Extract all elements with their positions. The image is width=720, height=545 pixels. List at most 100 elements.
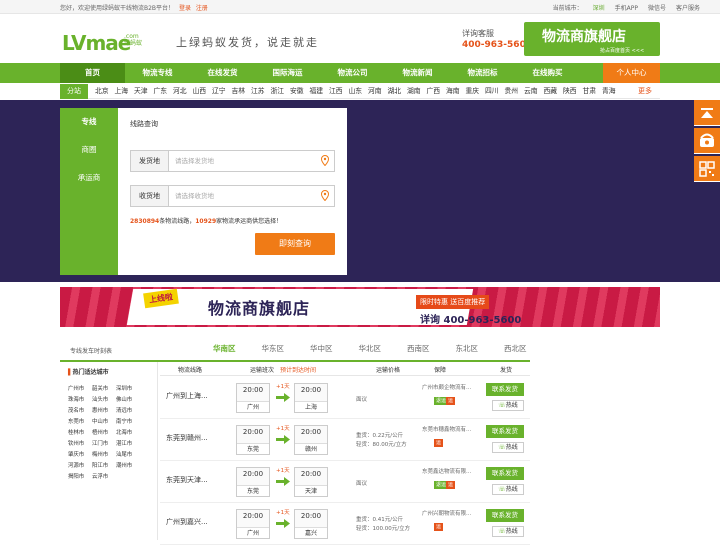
company-name[interactable]: 东莞市穗鑫物流有... xyxy=(422,425,474,433)
nav-item-companies[interactable]: 物流公司 xyxy=(320,63,385,83)
province-link[interactable]: 西藏 xyxy=(541,84,561,99)
company-name[interactable]: 东莞鑫达物流有限... xyxy=(422,467,474,475)
province-link[interactable]: 广东 xyxy=(151,84,171,99)
tab-lines[interactable]: 专线 xyxy=(60,108,118,135)
province-link[interactable]: 天津 xyxy=(131,84,151,99)
province-link[interactable]: 上海 xyxy=(112,84,132,99)
province-link[interactable]: 北京 xyxy=(92,84,112,99)
region-tab-central[interactable]: 华中区 xyxy=(297,342,346,356)
city-link[interactable]: 湛江市 xyxy=(116,439,140,447)
city-link[interactable]: 桂林市 xyxy=(68,428,92,436)
province-link[interactable]: 海南 xyxy=(443,84,463,99)
province-link[interactable]: 湖北 xyxy=(385,84,405,99)
qrcode-button[interactable] xyxy=(694,156,720,182)
back-to-top-button[interactable] xyxy=(694,100,720,126)
site-logo[interactable]: LVmae xyxy=(62,31,131,55)
city-link[interactable]: 梧州市 xyxy=(92,428,116,436)
city-link[interactable]: 韶关市 xyxy=(92,384,116,392)
nav-item-home[interactable]: 首页 xyxy=(60,63,125,83)
region-tab-north[interactable]: 华北区 xyxy=(346,342,395,356)
nav-item-news[interactable]: 物流新闻 xyxy=(385,63,450,83)
city-link[interactable]: 清远市 xyxy=(116,406,140,414)
city-link[interactable]: 汕头市 xyxy=(92,395,116,403)
city-link[interactable]: 广州市 xyxy=(68,384,92,392)
province-link[interactable]: 云南 xyxy=(521,84,541,99)
city-link[interactable]: 茂名市 xyxy=(68,406,92,414)
province-link[interactable]: 青海 xyxy=(599,84,619,99)
province-link[interactable]: 浙江 xyxy=(268,84,288,99)
city-link[interactable]: 佛山市 xyxy=(116,395,140,403)
phone-button[interactable] xyxy=(694,128,720,154)
route-link[interactable]: 东莞到赣州... xyxy=(166,433,208,443)
from-input[interactable]: 请选择发货地 xyxy=(175,151,214,171)
province-more-link[interactable]: 更多 xyxy=(638,84,652,99)
nav-item-ship-online[interactable]: 在线发货 xyxy=(190,63,255,83)
hotline-button[interactable]: ☏热线 xyxy=(492,526,524,537)
city-link[interactable]: 钦州市 xyxy=(68,439,92,447)
province-link[interactable]: 辽宁 xyxy=(209,84,229,99)
to-input[interactable]: 请选择收货地 xyxy=(175,186,214,206)
region-tab-southwest[interactable]: 西南区 xyxy=(394,342,443,356)
query-button[interactable]: 即刻查询 xyxy=(255,233,335,255)
province-link[interactable]: 吉林 xyxy=(229,84,249,99)
contact-ship-button[interactable]: 联系发货 xyxy=(486,509,524,522)
province-link[interactable]: 山东 xyxy=(346,84,366,99)
region-tab-east[interactable]: 华东区 xyxy=(249,342,298,356)
hotline-button[interactable]: ☏热线 xyxy=(492,484,524,495)
province-link[interactable]: 广西 xyxy=(424,84,444,99)
nav-item-lines[interactable]: 物流专线 xyxy=(125,63,190,83)
province-link[interactable]: 山西 xyxy=(190,84,210,99)
tab-business-circle[interactable]: 商圈 xyxy=(60,136,118,163)
flagship-ad-banner[interactable]: 上线啦 物流商旗舰店 限时特惠 送百度推荐 详询 400-963-5600 xyxy=(60,287,660,327)
flagship-banner[interactable]: 物流商旗舰店 抢占百度首页 <<< xyxy=(524,22,660,56)
province-link[interactable]: 江西 xyxy=(326,84,346,99)
route-link[interactable]: 广州到上海... xyxy=(166,391,208,401)
login-link[interactable]: 登录 xyxy=(179,5,191,12)
contact-ship-button[interactable]: 联系发货 xyxy=(486,425,524,438)
city-link[interactable]: 揭阳市 xyxy=(68,472,92,480)
province-link[interactable]: 河南 xyxy=(365,84,385,99)
city-link[interactable]: 惠州市 xyxy=(92,406,116,414)
contact-ship-button[interactable]: 联系发货 xyxy=(486,383,524,396)
province-link[interactable]: 甘肃 xyxy=(580,84,600,99)
city-link[interactable]: 南宁市 xyxy=(116,417,140,425)
nav-item-tenders[interactable]: 物流招标 xyxy=(450,63,515,83)
province-link[interactable]: 四川 xyxy=(482,84,502,99)
from-field[interactable]: 发货地 请选择发货地 xyxy=(130,150,335,172)
contact-ship-button[interactable]: 联系发货 xyxy=(486,467,524,480)
company-name[interactable]: 广州兴朝物流有限... xyxy=(422,509,474,517)
city-link[interactable]: 潮州市 xyxy=(116,461,140,469)
province-link[interactable]: 江苏 xyxy=(248,84,268,99)
city-link[interactable]: 肇庆市 xyxy=(68,450,92,458)
province-link[interactable]: 湖南 xyxy=(404,84,424,99)
region-tab-northwest[interactable]: 西北区 xyxy=(491,342,540,356)
city-link[interactable]: 江门市 xyxy=(92,439,116,447)
city-link[interactable]: 汕尾市 xyxy=(116,450,140,458)
city-link[interactable]: 阳江市 xyxy=(92,461,116,469)
city-link[interactable]: 中山市 xyxy=(92,417,116,425)
region-tab-northeast[interactable]: 东北区 xyxy=(443,342,492,356)
city-link[interactable]: 梅州市 xyxy=(92,450,116,458)
province-link[interactable]: 贵州 xyxy=(502,84,522,99)
hotline-button[interactable]: ☏热线 xyxy=(492,442,524,453)
region-tab-south[interactable]: 华南区 xyxy=(200,342,249,356)
city-link[interactable]: 河源市 xyxy=(68,461,92,469)
province-link[interactable]: 安徽 xyxy=(287,84,307,99)
current-city-link[interactable]: 深圳 xyxy=(593,3,605,12)
to-field[interactable]: 收货地 请选择收货地 xyxy=(130,185,335,207)
province-link[interactable]: 河北 xyxy=(170,84,190,99)
city-link[interactable]: 珠海市 xyxy=(68,395,92,403)
nav-item-intl-shipping[interactable]: 国际海运 xyxy=(255,63,320,83)
city-link[interactable]: 云浮市 xyxy=(92,472,116,480)
route-link[interactable]: 广州到嘉兴... xyxy=(166,517,208,527)
mobile-app-link[interactable]: 手机APP xyxy=(615,3,638,12)
tab-carriers[interactable]: 承运商 xyxy=(60,164,118,191)
hotline-button[interactable]: ☏热线 xyxy=(492,400,524,411)
wechat-link[interactable]: 微信号 xyxy=(648,3,666,12)
city-link[interactable]: 深圳市 xyxy=(116,384,140,392)
route-link[interactable]: 东莞到天津... xyxy=(166,475,208,485)
company-name[interactable]: 广州市颇企物流有... xyxy=(422,383,474,391)
register-link[interactable]: 注册 xyxy=(196,5,208,12)
province-link[interactable]: 陕西 xyxy=(560,84,580,99)
service-link[interactable]: 客户服务 xyxy=(676,3,700,12)
